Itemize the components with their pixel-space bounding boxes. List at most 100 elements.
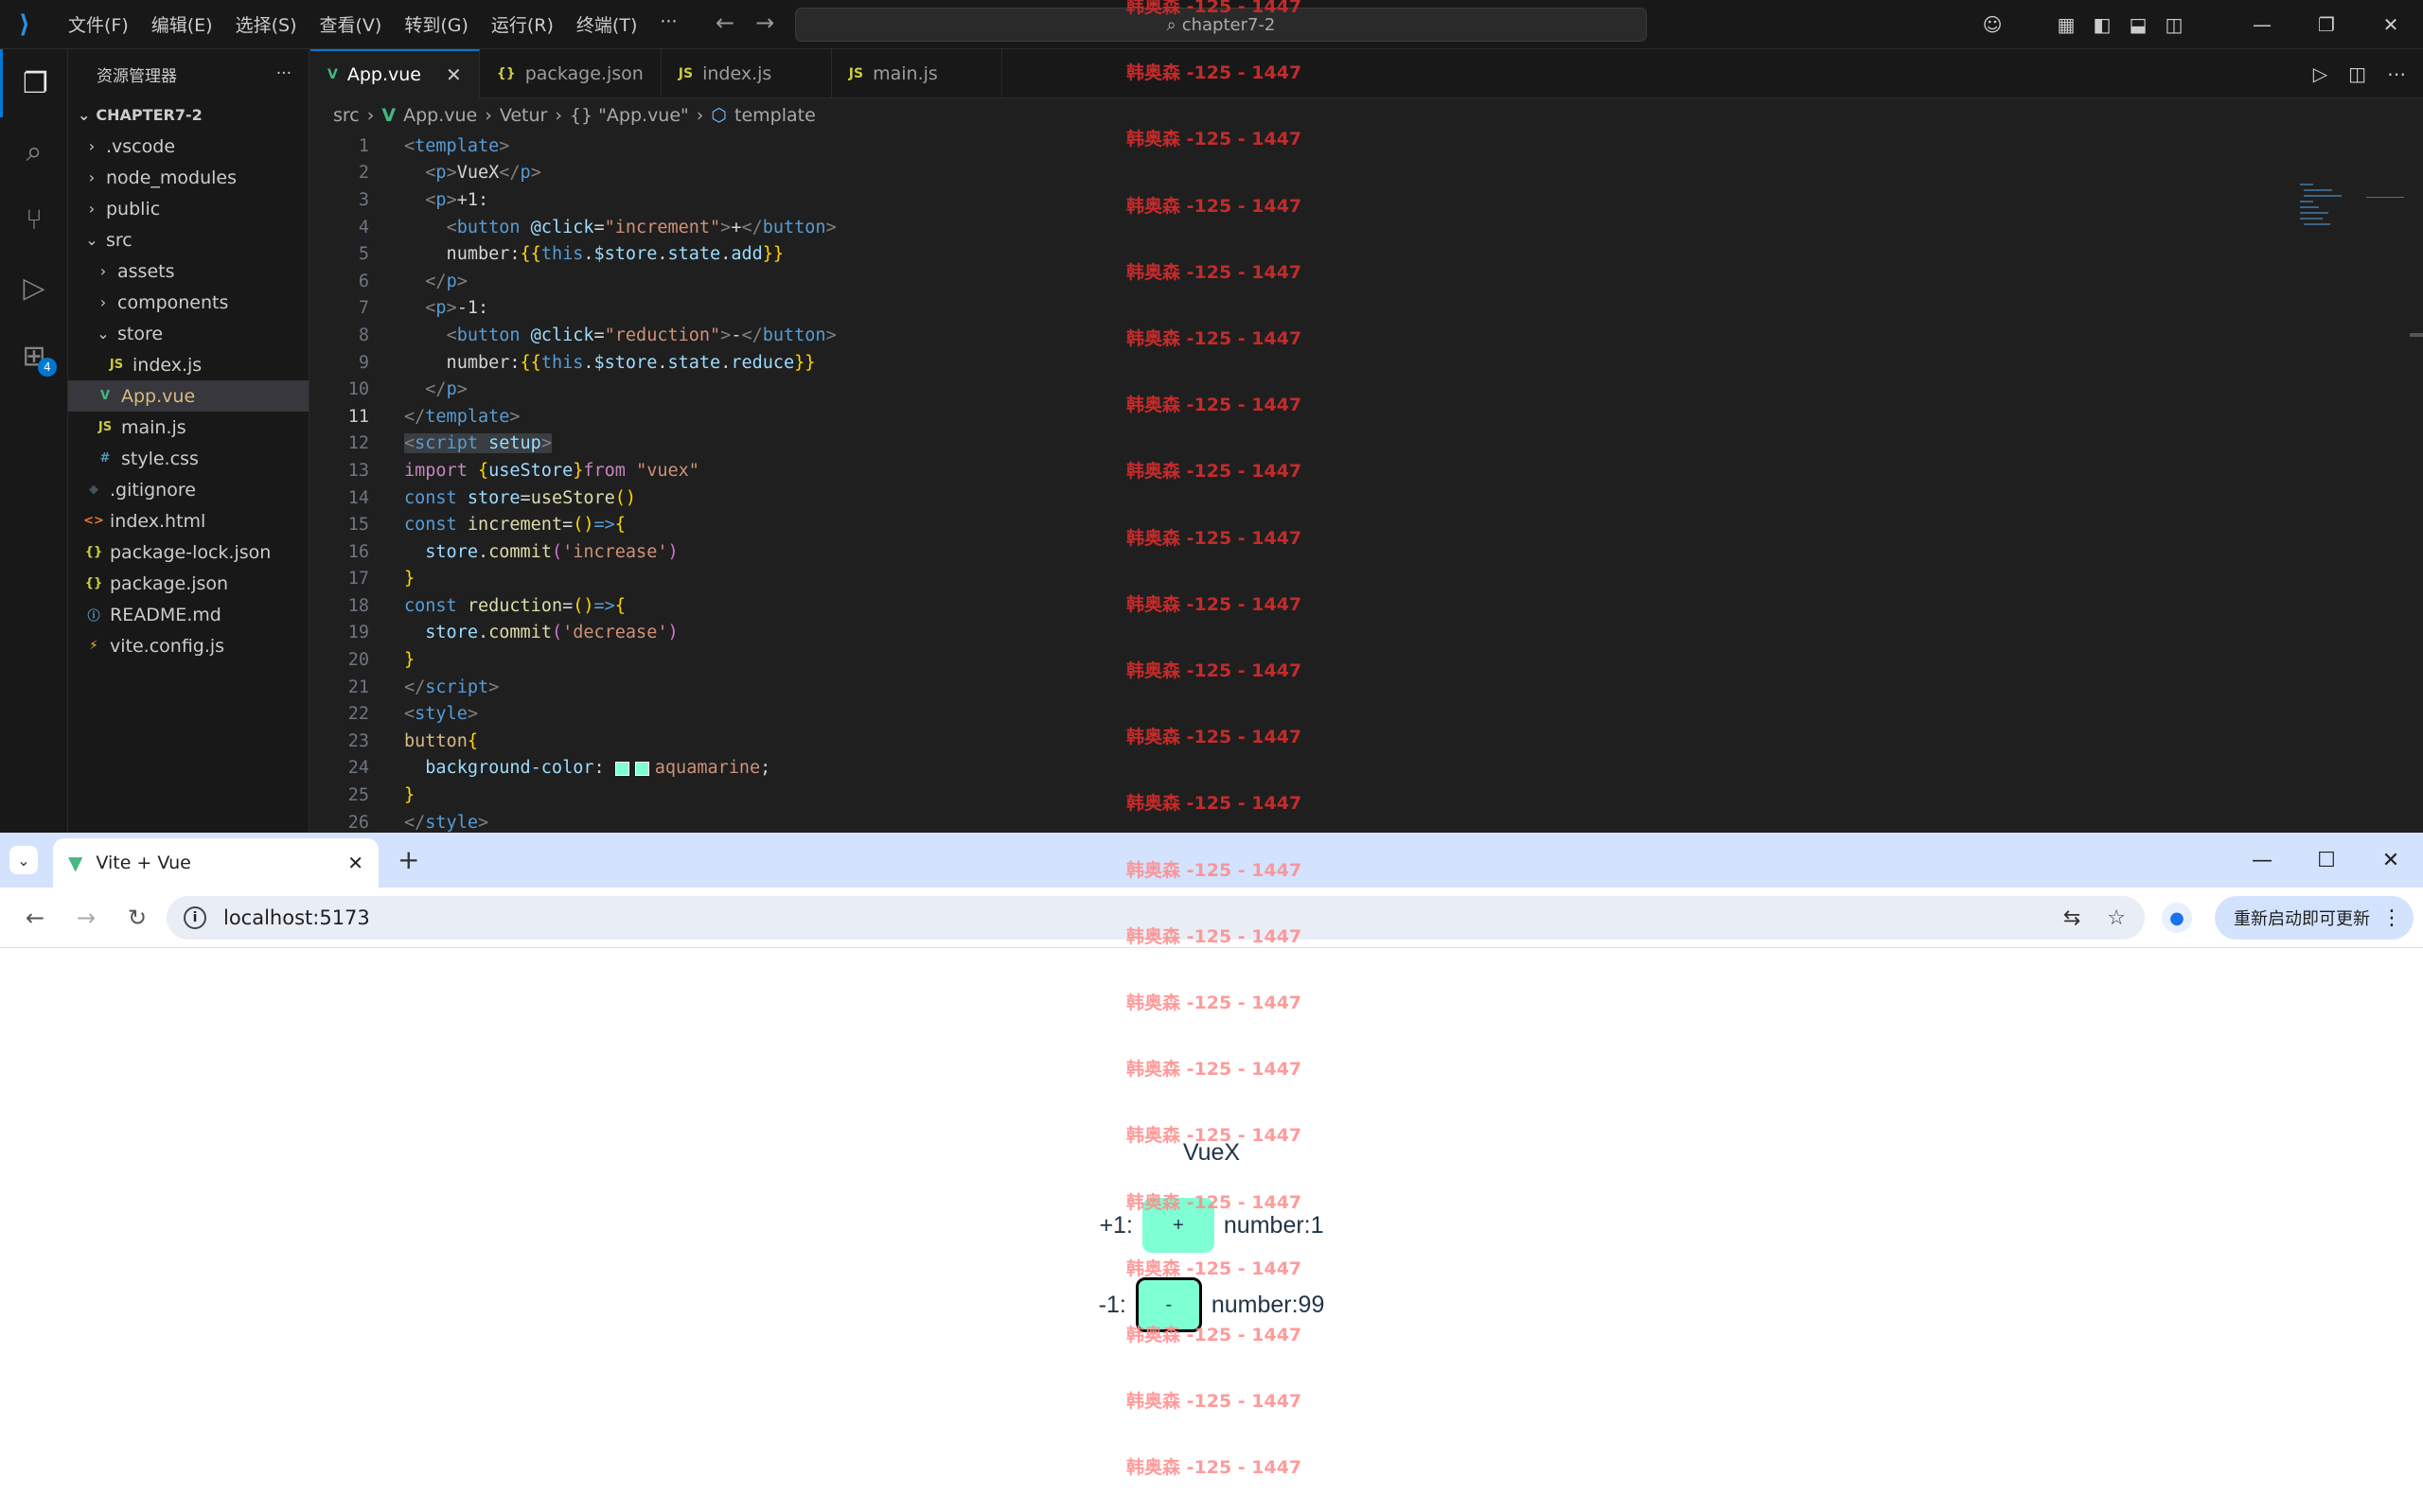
browser-tab[interactable]: ▼ Vite + Vue ✕ xyxy=(53,838,379,888)
toggle-secondary-sidebar-icon[interactable]: ◫ xyxy=(2156,13,2192,36)
code-line[interactable]: 6 </p> xyxy=(310,268,2423,295)
tree-item[interactable]: ⓘ README.md xyxy=(68,599,309,630)
menu-run[interactable]: 运行(R) xyxy=(480,11,565,37)
translate-icon[interactable]: ⇆ xyxy=(2063,906,2080,930)
code-line[interactable]: 8 <button @click="reduction">-</button> xyxy=(310,322,2423,349)
code-line[interactable]: 11 </template> xyxy=(310,403,2423,431)
relaunch-to-update-button[interactable]: 重新启动即可更新 ⋮ xyxy=(2215,896,2414,940)
url-text[interactable]: localhost:5173 xyxy=(223,906,370,929)
site-info-icon[interactable]: i xyxy=(184,906,206,929)
code-line[interactable]: 3 <p>+1: xyxy=(310,186,2423,214)
code-line[interactable]: 9 number:{{this.$store.state.reduce}} xyxy=(310,349,2423,377)
tab-main-js[interactable]: JS main.js xyxy=(832,49,1002,98)
split-editor-icon[interactable]: ◫ xyxy=(2348,62,2366,85)
menu-selection[interactable]: 选择(S) xyxy=(224,11,309,37)
toggle-primary-sidebar-icon[interactable]: ◧ xyxy=(2084,13,2120,36)
tree-item[interactable]: {} package.json xyxy=(68,568,309,599)
menu-edit[interactable]: 编辑(E) xyxy=(140,11,224,37)
forward-arrow-icon[interactable]: → xyxy=(61,905,112,931)
extensions-icon[interactable]: ⊞ 4 xyxy=(0,322,68,390)
code-line[interactable]: 23 button{ xyxy=(310,728,2423,755)
breadcrumb-vetur[interactable]: Vetur xyxy=(500,105,548,126)
menu-dots-icon[interactable]: ⋮ xyxy=(2381,906,2402,930)
tree-item[interactable]: ⚡ vite.config.js xyxy=(68,630,309,661)
tab-package-json[interactable]: {} package.json xyxy=(480,49,662,98)
close-icon[interactable]: ✕ xyxy=(446,63,462,86)
code-line[interactable]: 15 const increment=()=>{ xyxy=(310,511,2423,538)
tree-item[interactable]: <> index.html xyxy=(68,505,309,536)
code-line[interactable]: 19 store.commit('decrease') xyxy=(310,620,2423,647)
tab-index-js[interactable]: JS index.js xyxy=(662,49,832,98)
maximize-icon[interactable]: ☐ xyxy=(2294,849,2359,872)
tree-item[interactable]: V App.vue xyxy=(68,380,309,412)
minimize-icon[interactable]: — xyxy=(2230,849,2294,872)
restore-icon[interactable]: ❐ xyxy=(2294,13,2359,36)
bookmark-star-icon[interactable]: ☆ xyxy=(2107,906,2126,930)
tree-item[interactable]: ◆ .gitignore xyxy=(68,474,309,505)
close-tab-icon[interactable]: ✕ xyxy=(347,852,363,874)
code-line[interactable]: 1 <template> xyxy=(310,132,2423,160)
workspace-section[interactable]: ⌄ CHAPTER7-2 xyxy=(68,98,309,131)
menu-terminal[interactable]: 终端(T) xyxy=(565,11,648,37)
tab-search-chevron-icon[interactable]: ⌄ xyxy=(9,846,38,874)
tree-item[interactable]: › public xyxy=(68,193,309,224)
menu-file[interactable]: 文件(F) xyxy=(57,11,140,37)
code-line[interactable]: 2 <p>VueX</p> xyxy=(310,160,2423,187)
code-line[interactable]: 21 </script> xyxy=(310,674,2423,701)
close-icon[interactable]: ✕ xyxy=(2359,849,2423,872)
back-arrow-icon[interactable]: ← xyxy=(716,9,734,36)
code-line[interactable]: 14 const store=useStore() xyxy=(310,484,2423,512)
close-icon[interactable]: ✕ xyxy=(2359,13,2423,36)
tree-item[interactable]: JS index.js xyxy=(68,349,309,380)
code-line[interactable]: 10 </p> xyxy=(310,376,2423,403)
code-line[interactable]: 16 store.commit('increase') xyxy=(310,538,2423,566)
breadcrumb-template[interactable]: template xyxy=(734,105,816,126)
color-swatch-icon[interactable] xyxy=(634,761,649,776)
new-tab-button[interactable]: + xyxy=(398,844,419,875)
run-icon[interactable]: ▷ xyxy=(2313,62,2327,85)
code-editor[interactable]: 1 <template> 2 <p>VueX</p> 3 <p>+1: 4 <butto… xyxy=(310,132,2423,833)
breadcrumb-file[interactable]: App.vue xyxy=(403,105,477,126)
forward-arrow-icon[interactable]: → xyxy=(755,9,774,36)
reload-icon[interactable]: ↻ xyxy=(112,905,163,931)
tree-item[interactable]: › components xyxy=(68,287,309,318)
tree-item[interactable]: › node_modules xyxy=(68,162,309,193)
more-actions-icon[interactable]: ⋯ xyxy=(2387,62,2406,85)
tree-item[interactable]: › .vscode xyxy=(68,131,309,162)
code-line[interactable]: 22 <style> xyxy=(310,700,2423,728)
code-line[interactable]: 18 const reduction=()=>{ xyxy=(310,592,2423,620)
run-debug-icon[interactable]: ▷ xyxy=(0,254,68,322)
code-line[interactable]: 24 background-color: aquamarine; xyxy=(310,755,2423,782)
explorer-icon[interactable]: ❐ xyxy=(0,49,68,117)
code-line[interactable]: 4 <button @click="increment">+</button> xyxy=(310,214,2423,241)
tree-item[interactable]: ⌄ store xyxy=(68,318,309,349)
menu-go[interactable]: 转到(G) xyxy=(393,11,480,37)
vertical-scrollbar[interactable] xyxy=(2410,333,2423,337)
code-line[interactable]: 12 <script setup> xyxy=(310,431,2423,458)
tree-item[interactable]: › assets xyxy=(68,255,309,287)
search-icon[interactable]: ⌕ xyxy=(0,117,68,185)
code-line[interactable]: 7 <p>-1: xyxy=(310,295,2423,323)
minimap[interactable] xyxy=(2300,182,2404,238)
minimize-icon[interactable]: — xyxy=(2230,13,2294,36)
breadcrumb-src[interactable]: src xyxy=(333,105,360,126)
code-line[interactable]: 5 number:{{this.$store.state.add}} xyxy=(310,240,2423,268)
layout-customize-icon[interactable]: ▦ xyxy=(2048,13,2084,36)
back-arrow-icon[interactable]: ← xyxy=(9,905,61,931)
color-swatch-icon[interactable] xyxy=(614,761,629,776)
menu-more[interactable]: ··· xyxy=(648,11,688,37)
tab-app-vue[interactable]: V App.vue ✕ xyxy=(310,49,480,98)
copilot-icon[interactable]: ☺ xyxy=(1974,13,2010,36)
explorer-more-icon[interactable]: ··· xyxy=(276,64,292,83)
code-line[interactable]: 13 import {useStore}from "vuex" xyxy=(310,457,2423,484)
code-line[interactable]: 17} xyxy=(310,566,2423,593)
profile-avatar-icon[interactable]: ● xyxy=(2162,903,2192,933)
tree-item[interactable]: JS main.js xyxy=(68,412,309,443)
tree-item[interactable]: # style.css xyxy=(68,443,309,474)
tree-item[interactable]: ⌄ src xyxy=(68,224,309,255)
code-line[interactable]: 25} xyxy=(310,782,2423,809)
menu-view[interactable]: 查看(V) xyxy=(309,11,394,37)
breadcrumb-object[interactable]: {} "App.vue" xyxy=(570,105,689,126)
code-line[interactable]: 20} xyxy=(310,646,2423,674)
tree-item[interactable]: {} package-lock.json xyxy=(68,536,309,568)
